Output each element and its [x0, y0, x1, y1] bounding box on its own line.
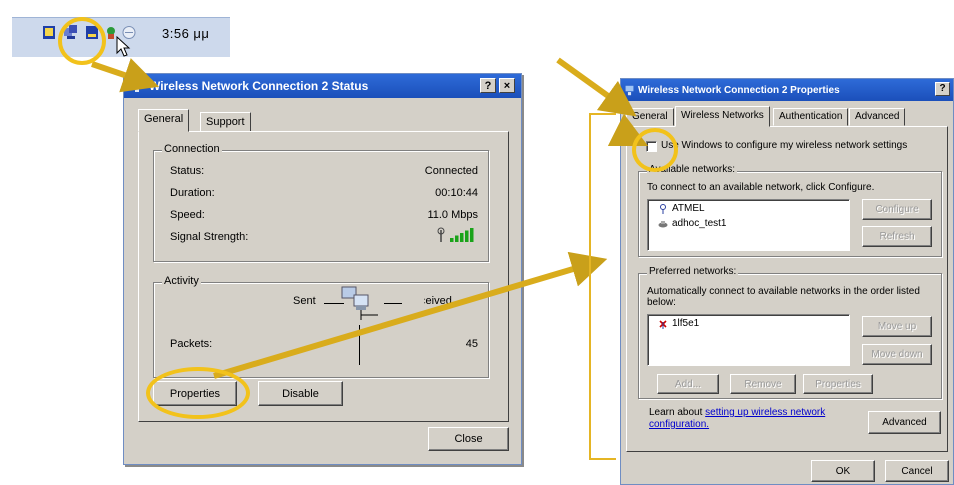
tab-advanced[interactable]: Advanced — [849, 108, 906, 126]
network-name: ATMEL — [672, 203, 705, 214]
duration-label: Duration: — [170, 187, 215, 199]
properties-button[interactable]: Properties — [153, 381, 237, 406]
bracket-line — [589, 113, 616, 460]
properties-window-title: Wireless Network Connection 2 Properties — [638, 84, 840, 96]
antenna-icon — [660, 203, 666, 214]
signal-bar — [465, 230, 469, 242]
advanced-button[interactable]: Advanced — [868, 411, 941, 434]
signal-bar — [455, 235, 459, 242]
signal-bar — [450, 238, 454, 242]
preferred-description-line1: Automatically connect to available netwo… — [647, 286, 920, 297]
connection-group: Connection Status: Connected Duration: 0… — [153, 143, 489, 262]
signal-bar — [460, 233, 464, 242]
signal-strength-label: Signal Strength: — [170, 231, 249, 243]
lan-tray-icon[interactable] — [85, 25, 99, 40]
received-label: Received — [406, 295, 452, 307]
status-value: Connected — [424, 165, 478, 177]
preferred-networks-list[interactable]: 1lf5e1 — [647, 314, 850, 366]
duration-value: 00:10:44 — [435, 187, 478, 199]
preferred-networks-legend: Preferred networks: — [647, 266, 739, 277]
tab-general[interactable]: General — [138, 109, 190, 132]
preferred-description-line2: below: — [647, 297, 676, 308]
tray-clock[interactable]: 3:56 μμ — [162, 26, 209, 41]
list-item[interactable]: adhoc_test1 — [658, 218, 727, 229]
preferred-properties-button[interactable]: Properties — [803, 374, 873, 394]
connection-legend: Connection — [162, 143, 222, 155]
tab-wireless-networks[interactable]: Wireless Networks — [675, 106, 770, 127]
learn-about-text: Learn about setting up wireless network — [649, 407, 825, 418]
disable-button[interactable]: Disable — [258, 381, 343, 406]
configure-button[interactable]: Configure — [862, 199, 932, 220]
activity-legend: Activity — [162, 275, 201, 287]
learn-about-prefix: Learn about — [649, 407, 706, 418]
status-window-title: Wireless Network Connection 2 Status — [149, 79, 369, 93]
properties-window: Wireless Network Connection 2 Properties… — [620, 78, 954, 485]
network-name: adhoc_test1 — [672, 218, 727, 229]
computers-activity-icon — [341, 286, 378, 320]
network-tray-icon[interactable] — [42, 25, 56, 40]
received-divider — [384, 303, 402, 304]
status-titlebar[interactable]: Wireless Network Connection 2 Status ? × — [124, 74, 521, 98]
signal-strength-icon — [437, 227, 474, 242]
use-windows-checkbox[interactable] — [646, 141, 657, 152]
help-button[interactable]: ? — [480, 78, 496, 93]
close-button[interactable]: Close — [428, 427, 509, 451]
disconnected-antenna-icon — [659, 319, 667, 329]
list-item[interactable]: ATMEL — [658, 203, 705, 214]
remove-button[interactable]: Remove — [730, 374, 796, 394]
network-window-icon — [625, 85, 634, 95]
packets-received-value: 45 — [465, 338, 478, 350]
tab-general[interactable]: General — [626, 108, 674, 126]
list-item[interactable]: 1lf5e1 — [658, 318, 699, 329]
refresh-button[interactable]: Refresh — [862, 226, 932, 247]
use-windows-label[interactable]: Use Windows to configure my wireless net… — [661, 140, 907, 151]
properties-titlebar[interactable]: Wireless Network Connection 2 Properties… — [621, 79, 953, 101]
setup-wireless-link-continued[interactable]: configuration. — [649, 419, 709, 430]
signal-bar — [470, 228, 474, 242]
tab-support[interactable]: Support — [200, 112, 251, 132]
available-networks-list[interactable]: ATMEL adhoc_test1 — [647, 199, 850, 251]
setup-wireless-link[interactable]: setting up wireless network — [705, 407, 825, 418]
wireless-connection-tray-icon[interactable] — [64, 25, 78, 40]
arrow-to-properties-window — [556, 57, 637, 117]
tab-authentication[interactable]: Authentication — [773, 108, 849, 126]
network-window-icon — [132, 80, 142, 92]
help-button[interactable]: ? — [935, 82, 950, 96]
move-up-button[interactable]: Move up — [862, 316, 932, 337]
adhoc-icon — [658, 220, 668, 227]
activity-separator — [359, 325, 360, 365]
taskbar-tray: 3:56 μμ — [12, 17, 230, 57]
sent-label: Sent — [293, 295, 316, 307]
speed-value: 11.0 Mbps — [427, 209, 478, 221]
ok-button[interactable]: OK — [811, 460, 875, 482]
status-window: Wireless Network Connection 2 Status ? ×… — [123, 73, 522, 465]
network-name: 1lf5e1 — [672, 318, 700, 329]
preferred-networks-group: Preferred networks: Automatically connec… — [638, 266, 942, 399]
cancel-button[interactable]: Cancel — [885, 460, 949, 482]
activity-group: Activity Sent Received Packets: 45 — [153, 275, 489, 378]
available-networks-legend: Available networks: — [647, 164, 737, 175]
available-networks-group: Available networks: To connect to an ava… — [638, 164, 942, 257]
close-icon[interactable]: × — [499, 78, 515, 93]
mouse-cursor-icon — [116, 36, 131, 57]
available-description: To connect to an available network, clic… — [647, 182, 875, 193]
add-button[interactable]: Add... — [657, 374, 719, 394]
move-down-button[interactable]: Move down — [862, 344, 932, 365]
packets-label: Packets: — [170, 338, 213, 350]
speed-label: Speed: — [170, 209, 205, 221]
status-label: Status: — [170, 165, 205, 177]
